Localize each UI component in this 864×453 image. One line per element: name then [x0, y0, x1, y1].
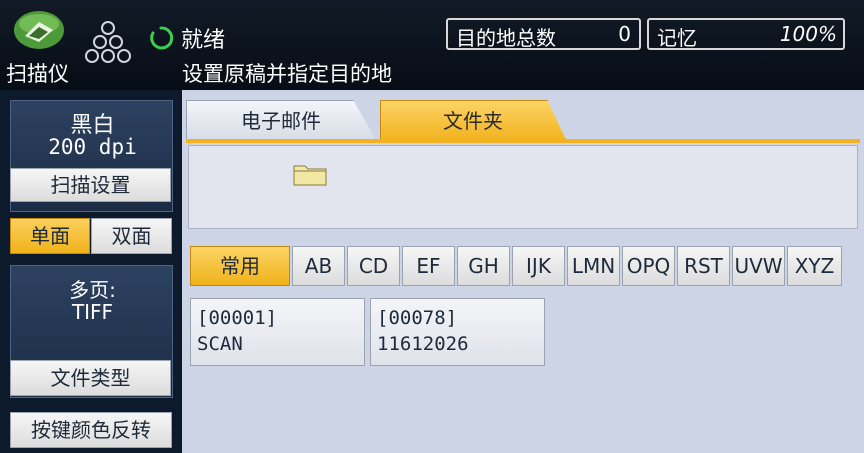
index-tab-uvw[interactable]: UVW — [732, 246, 785, 286]
destination-name: 11612026 — [377, 333, 469, 355]
destination-button[interactable]: [00001] SCAN — [190, 298, 365, 366]
single-sided-button[interactable]: 单面 — [10, 218, 90, 254]
destination-count-box: 目的地总数 0 — [446, 18, 641, 50]
index-tab-rst[interactable]: RST — [677, 246, 730, 286]
scanner-app-icon[interactable] — [12, 10, 66, 54]
folder-icon — [293, 165, 327, 186]
status-text: 就绪 — [181, 28, 226, 53]
left-settings-column: 黑白 200 dpi 扫描设置 单面 双面 多页: TIFF 文件类型 按键颜色… — [0, 90, 182, 453]
selected-destination-area — [188, 145, 858, 229]
destination-count-label: 目的地总数 — [456, 26, 556, 50]
memory-value: 100% — [779, 22, 837, 46]
index-tab-ijk[interactable]: IJK — [512, 246, 565, 286]
app-label: 扫描仪 — [6, 62, 69, 86]
ready-status-icon — [150, 26, 174, 50]
main-area: 电子邮件 文件夹 常用 AB CD EF GH IJK LMN OPQ RST … — [182, 90, 864, 453]
index-tab-frequent[interactable]: 常用 — [190, 246, 290, 286]
double-sided-button[interactable]: 双面 — [91, 218, 172, 254]
multi-function-icon[interactable] — [80, 20, 136, 64]
memory-box: 记忆 100% — [647, 18, 845, 50]
file-format-text: TIFF — [71, 300, 114, 324]
index-tab-cd[interactable]: CD — [347, 246, 400, 286]
destination-button[interactable]: [00078] 11612026 — [370, 298, 545, 366]
instruction-text: 设置原稿并指定目的地 — [182, 62, 392, 86]
invert-key-colors-button[interactable]: 按键颜色反转 — [10, 412, 172, 448]
destination-count-value: 0 — [618, 22, 631, 46]
destination-id: [00001] — [197, 307, 278, 329]
index-tab-xyz[interactable]: XYZ — [787, 246, 842, 286]
index-tab-lmn[interactable]: LMN — [567, 246, 620, 286]
index-tab-opq[interactable]: OPQ — [622, 246, 675, 286]
index-tab-ab[interactable]: AB — [292, 246, 345, 286]
tab-underline — [186, 139, 860, 143]
memory-label: 记忆 — [657, 26, 697, 50]
destination-name: SCAN — [197, 333, 243, 355]
file-type-button[interactable]: 文件类型 — [10, 360, 171, 396]
file-pages-text: 多页: — [69, 278, 116, 302]
tab-folder[interactable]: 文件夹 — [380, 100, 566, 140]
scan-settings-button[interactable]: 扫描设置 — [10, 168, 171, 202]
top-bar: 扫描仪 就绪 设置原稿并指定目的地 目的地总数 0 记忆 100% — [0, 0, 864, 90]
index-tab-gh[interactable]: GH — [457, 246, 510, 286]
tab-email[interactable]: 电子邮件 — [186, 100, 376, 140]
resolution-text: 200 dpi — [48, 135, 137, 159]
index-tab-ef[interactable]: EF — [402, 246, 455, 286]
destination-id: [00078] — [377, 307, 458, 329]
